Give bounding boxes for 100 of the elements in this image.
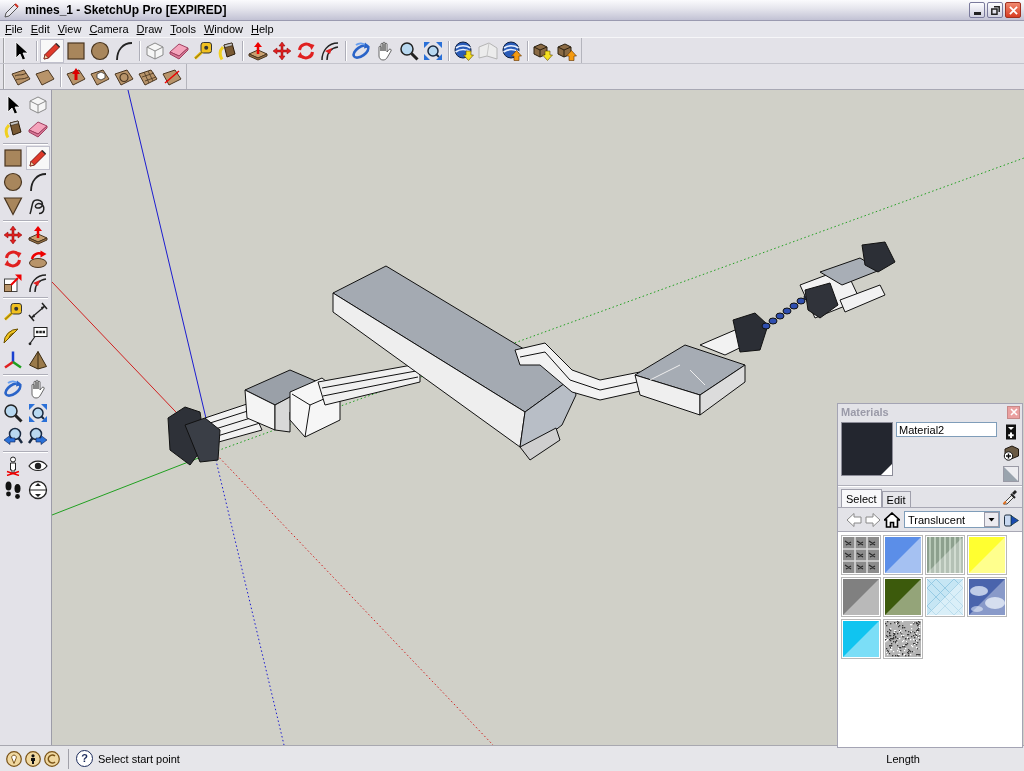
square-icon <box>3 148 23 168</box>
menu-item[interactable]: Draw <box>132 22 167 36</box>
menu-item[interactable]: Edit <box>26 22 54 36</box>
arc-icon <box>114 40 134 61</box>
hand-icon <box>28 379 48 399</box>
material-thumbnail[interactable] <box>841 577 881 617</box>
material-thumbnail[interactable] <box>967 535 1007 575</box>
tile-grid-icon <box>138 66 158 87</box>
magnifier-right-arrow-icon <box>28 427 48 447</box>
material-thumbnail[interactable] <box>841 619 881 659</box>
close-icon <box>1009 408 1018 416</box>
menu-item[interactable]: Tools <box>166 22 200 36</box>
restore-icon <box>990 5 1000 15</box>
crescent-circle-icon[interactable] <box>44 750 60 767</box>
offset-arcs-icon <box>320 40 340 61</box>
tape-measure-icon <box>3 302 23 322</box>
circle-icon <box>3 172 23 192</box>
panel-tab[interactable]: Edit <box>881 491 911 507</box>
section-circle-icon <box>28 480 48 500</box>
orbit-icon <box>3 379 23 399</box>
magnifier-icon <box>3 403 23 423</box>
rotate-arrows-icon <box>3 249 23 269</box>
pin-circle-icon[interactable] <box>6 750 22 767</box>
details-arrow-icon[interactable] <box>1003 511 1019 528</box>
tile-ring-icon <box>114 66 134 87</box>
panel-tab[interactable]: Select <box>841 489 882 507</box>
tile-cube-icon <box>90 66 110 87</box>
material-thumbnail[interactable] <box>883 577 923 617</box>
material-thumbnail[interactable] <box>967 577 1007 617</box>
tool-button[interactable] <box>1 194 25 218</box>
person-circle-icon[interactable] <box>25 750 41 767</box>
minimize-icon <box>973 11 981 15</box>
material-thumbnail[interactable] <box>925 535 965 575</box>
material-thumbnail[interactable] <box>925 577 965 617</box>
tool-button[interactable] <box>452 38 476 63</box>
label-icon <box>28 326 48 346</box>
tool-button[interactable] <box>26 348 50 372</box>
hand-icon <box>375 40 395 61</box>
home-icon[interactable] <box>884 511 900 528</box>
material-thumbnail[interactable] <box>883 535 923 575</box>
tool-button[interactable] <box>40 38 64 63</box>
footprints-icon <box>3 480 23 500</box>
folded-sheet-icon <box>478 40 498 61</box>
offset-arcs-icon <box>28 273 48 293</box>
tool-button[interactable] <box>500 38 524 63</box>
tool-button[interactable] <box>26 478 50 502</box>
tile-icon <box>35 66 55 87</box>
triangle-swatch-icon[interactable] <box>1003 466 1019 482</box>
material-name-field[interactable]: Material2 <box>896 422 997 437</box>
menu-item[interactable]: Camera <box>85 22 133 36</box>
orbit-icon <box>351 40 371 61</box>
library-dropdown[interactable]: Translucent <box>904 511 1000 528</box>
material-thumbnail[interactable] <box>841 535 881 575</box>
status-hint: Select start point <box>98 752 180 765</box>
menu-item[interactable]: View <box>53 22 86 36</box>
close-icon <box>1008 5 1018 15</box>
menu-item[interactable]: File <box>1 22 27 36</box>
magnifier-icon <box>399 40 419 61</box>
menu-item[interactable]: Help <box>247 22 278 36</box>
scale-box-icon <box>3 273 23 293</box>
pencil-icon <box>28 148 48 168</box>
tool-button[interactable] <box>26 401 50 425</box>
tool-button[interactable] <box>26 324 50 348</box>
dimension-line-icon <box>28 302 48 322</box>
help-button[interactable]: ? <box>76 750 93 767</box>
paint-bucket-icon <box>3 119 23 139</box>
left-arrow-icon[interactable] <box>846 511 862 528</box>
axes-icon <box>3 350 23 370</box>
tile-diagonal-icon <box>162 66 182 87</box>
four-arrows-icon <box>272 40 292 61</box>
cube-icon <box>28 95 48 115</box>
window-title: mines_1 - SketchUp Pro [EXPIRED] <box>25 3 228 17</box>
pencil-icon <box>4 2 19 18</box>
tool-button[interactable] <box>1 170 25 194</box>
panel-title: Materials <box>841 406 890 418</box>
pencil-icon <box>42 40 62 61</box>
four-arrows-icon <box>3 225 23 245</box>
magnifier-left-arrow-icon <box>3 427 23 447</box>
tile-up-arrow-icon <box>66 66 86 87</box>
triangle-icon <box>3 196 23 216</box>
rotate-arrows-icon <box>296 40 316 61</box>
material-thumbnail[interactable] <box>883 619 923 659</box>
box-plus-icon[interactable] <box>1003 445 1019 461</box>
menu-item[interactable]: Window <box>199 22 248 36</box>
close-button[interactable] <box>1005 2 1021 18</box>
pyramid-icon <box>28 350 48 370</box>
circle-icon <box>90 40 110 61</box>
tool-button[interactable] <box>1 401 25 425</box>
contour-tile-icon <box>11 66 31 87</box>
minimize-button[interactable] <box>969 2 985 18</box>
tile-plus-icon[interactable] <box>1003 424 1019 440</box>
cube-icon <box>145 40 165 61</box>
paint-bucket-icon <box>217 40 237 61</box>
tool-button[interactable] <box>26 146 50 170</box>
arc-icon <box>28 172 48 192</box>
zoom-extents-icon <box>28 403 48 423</box>
measurement-label: Length <box>885 752 920 765</box>
eyedropper-icon[interactable] <box>1002 489 1018 505</box>
restore-button[interactable] <box>987 2 1003 18</box>
tool-button[interactable] <box>26 300 50 324</box>
